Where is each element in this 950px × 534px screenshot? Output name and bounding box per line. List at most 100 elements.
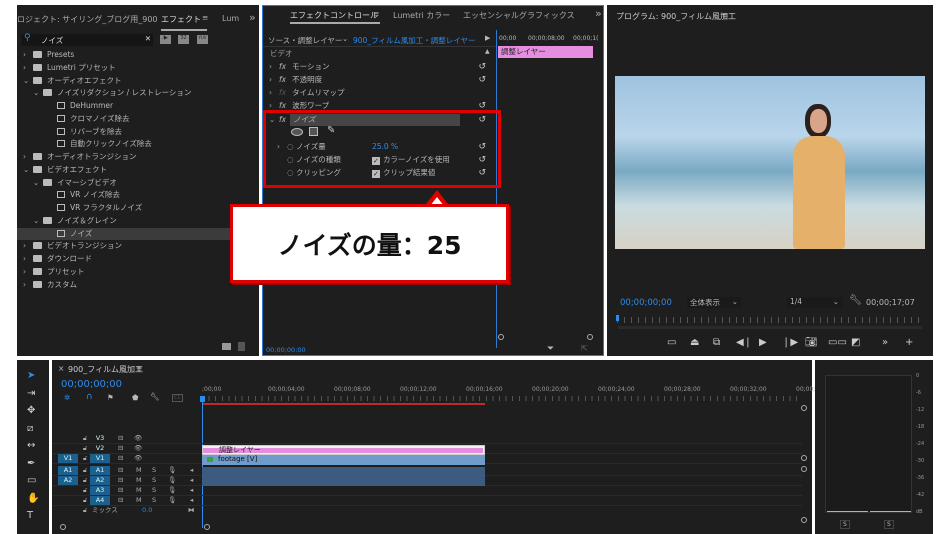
clip-audio-a2[interactable] [202, 477, 485, 486]
scroll-handle[interactable] [801, 466, 807, 472]
ripple-edit-icon[interactable]: ✥ [27, 405, 35, 416]
add-marker-icon[interactable]: ⚑ [107, 393, 114, 402]
clip-audio-a1[interactable] [202, 467, 485, 477]
ec-clip-adjustment-layer[interactable]: 調整レイヤー [498, 46, 593, 58]
voiceover-mic-icon[interactable]: 🎙︎ [168, 496, 176, 505]
tab-lumetri-color[interactable]: Lumetri カラー [393, 10, 450, 21]
32bit-filter[interactable]: 32 [178, 35, 189, 44]
lock-icon[interactable]: 🔓︎ [83, 496, 87, 505]
scroll-handle[interactable] [801, 405, 807, 411]
reset-icon[interactable]: ↺ [478, 74, 486, 86]
lock-icon[interactable]: 🔓︎ [83, 506, 87, 515]
zoom-dropdown[interactable]: 全体表示 ⌄ [687, 297, 741, 308]
export-icon[interactable]: ⇱ [581, 344, 588, 353]
collapse-icon[interactable]: ▲ [485, 48, 490, 55]
pan-icon[interactable]: ◂ [190, 466, 193, 475]
mute-button[interactable]: M [136, 496, 142, 505]
track-target[interactable]: A1 [90, 465, 110, 475]
sync-lock-icon[interactable]: ⊟ [118, 444, 123, 453]
close-sequence-icon[interactable]: × [58, 364, 64, 373]
safe-margins-icon[interactable]: ▭ [667, 337, 676, 348]
sync-lock-icon[interactable]: ⊟ [118, 476, 123, 485]
timeline-timecode[interactable]: 00;00;00;00 [61, 379, 122, 390]
scroll-handle[interactable] [801, 455, 807, 461]
track-target[interactable]: A2 [90, 475, 110, 485]
more-buttons-icon[interactable]: » [882, 337, 888, 348]
sync-lock-icon[interactable]: ⊟ [118, 434, 123, 443]
track-target[interactable]: A3 [90, 486, 110, 495]
program-timecode[interactable]: 00;00;00;00 [620, 298, 672, 308]
tree-item[interactable]: 自動クリックノイズ除去 [17, 138, 259, 150]
eye-icon[interactable]: 👁︎ [134, 434, 142, 443]
overwrite-icon[interactable]: ⧉ [713, 337, 720, 348]
eye-icon[interactable]: 👁︎ [134, 454, 142, 463]
mute-button[interactable]: M [136, 486, 142, 495]
solo-right-button[interactable]: S [884, 520, 894, 529]
effect-row-motion[interactable]: › fx モーション ↺ [263, 61, 496, 73]
tree-item[interactable]: › Lumetri プリセット [17, 62, 259, 74]
sync-lock-icon[interactable]: ⊟ [118, 486, 123, 495]
tree-item[interactable]: VR フラクタルノイズ [17, 202, 259, 214]
compare-view-icon[interactable]: ▭▭ [828, 337, 847, 348]
voiceover-mic-icon[interactable]: 🎙︎ [168, 466, 176, 475]
marker-icon[interactable]: ⬟ [132, 393, 139, 402]
tree-item[interactable]: VR ノイズ除去 [17, 189, 259, 201]
chevron-right-icon[interactable]: › [23, 49, 33, 61]
source-patch-a1[interactable]: A1 [58, 465, 78, 475]
chevron-right-icon[interactable]: › [23, 279, 33, 291]
chevron-down-icon[interactable]: ⌄ [33, 177, 43, 189]
selection-tool-icon[interactable]: ➤ [27, 370, 35, 381]
razor-tool-icon[interactable]: ⧄ [27, 423, 33, 434]
tree-item[interactable]: ノイズ [17, 227, 259, 240]
settings-wrench-icon[interactable]: 🔧︎ [849, 295, 862, 306]
tab-effect-controls[interactable]: エフェクトコントロール [290, 10, 378, 21]
hand-tool-icon[interactable]: ✋ [27, 493, 39, 504]
chevron-right-icon[interactable]: › [23, 266, 33, 278]
chevron-down-icon[interactable]: ⌄ [33, 215, 43, 227]
lock-icon[interactable]: 🔓︎ [83, 466, 87, 475]
pan-icon[interactable]: ◂ [190, 496, 193, 505]
tab-lumetri[interactable]: Lum [222, 14, 239, 23]
track-target[interactable]: A4 [90, 496, 110, 506]
program-zoom-bar[interactable] [618, 326, 922, 329]
captions-icon[interactable]: CC [172, 394, 183, 402]
linked-selection-icon[interactable]: ∩ [86, 392, 93, 402]
track-target[interactable]: V1 [90, 454, 110, 464]
tree-item[interactable]: ⌄ ビデオエフェクト [17, 164, 259, 176]
tab-effects[interactable]: エフェクト [161, 14, 201, 25]
clip-adjustment-layer[interactable]: 調整レイヤー [202, 445, 485, 455]
effect-row-opacity[interactable]: › fx 不透明度 ↺ [263, 74, 496, 86]
type-tool-icon[interactable]: T [27, 510, 33, 521]
tree-item[interactable]: ⌄ ノイズリダクション / レストレーション [17, 87, 259, 99]
new-bin-icon[interactable] [222, 343, 231, 350]
pan-icon[interactable]: ◂ [190, 486, 193, 495]
sync-lock-icon[interactable]: ⊟ [118, 496, 123, 505]
track-target[interactable]: V3 [90, 434, 110, 443]
program-playhead[interactable] [616, 315, 619, 321]
scroll-handle[interactable] [801, 517, 807, 523]
playhead-handle[interactable] [200, 396, 205, 402]
source-patch-a2[interactable]: A2 [58, 475, 78, 485]
voiceover-mic-icon[interactable]: 🎙︎ [168, 476, 176, 485]
more-panels-button[interactable]: » [595, 7, 602, 20]
play-clip-icon[interactable]: ▶ [485, 34, 490, 42]
program-ruler[interactable] [617, 317, 922, 323]
lock-icon[interactable]: 🔓︎ [83, 476, 87, 485]
source-patch-v1[interactable]: V1 [58, 454, 78, 464]
export-frame-icon[interactable]: 📷︎ [805, 337, 818, 348]
mix-value[interactable]: 0.0 [142, 506, 152, 515]
chevron-down-icon[interactable]: ⌄ [33, 87, 43, 99]
ec-scroll-handle[interactable] [498, 334, 504, 340]
solo-button[interactable]: S [152, 466, 156, 475]
solo-button[interactable]: S [152, 476, 156, 485]
effect-row-time-remap[interactable]: › fx タイムリマップ [263, 87, 496, 99]
wrench-icon[interactable]: 🔧︎ [150, 392, 160, 401]
snap-icon[interactable]: ✲ [64, 393, 70, 402]
chevron-down-icon[interactable]: ⌄ [23, 75, 33, 87]
panel-menu-icon[interactable]: ≡ [373, 9, 379, 18]
accelerated-effects-filter[interactable]: ⁄▶ [160, 35, 171, 44]
toggle-multicam-icon[interactable]: ◩ [851, 337, 860, 348]
lock-icon[interactable]: 🔓︎ [83, 454, 87, 463]
more-panels-button[interactable]: » [249, 11, 256, 24]
mute-button[interactable]: M [136, 476, 142, 485]
